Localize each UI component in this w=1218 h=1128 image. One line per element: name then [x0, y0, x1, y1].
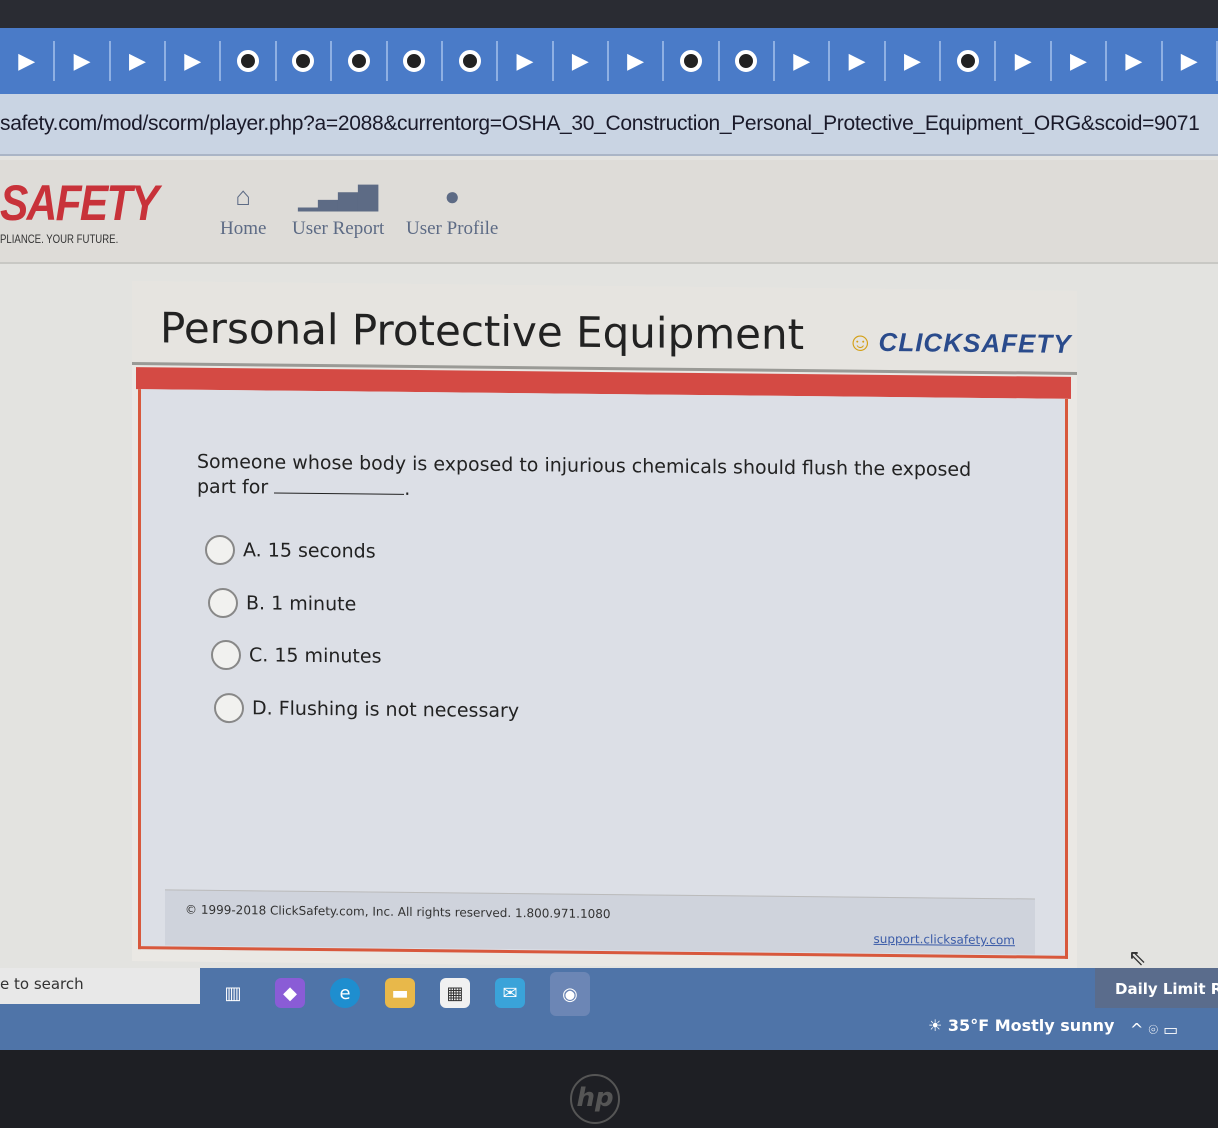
option-a[interactable]: A. 15 seconds — [205, 534, 376, 567]
store-icon[interactable]: ▦ — [440, 978, 470, 1008]
edge-icon[interactable]: e — [330, 978, 360, 1008]
browser-tab[interactable]: ▶ — [775, 41, 831, 81]
course-title-bar: Personal Protective Equipment ☺ CLICKSAFE… — [132, 281, 1077, 375]
question-area: Someone whose body is exposed to injurio… — [138, 389, 1068, 959]
browser-tab[interactable] — [277, 41, 333, 81]
option-c[interactable]: C. 15 minutes — [211, 639, 381, 672]
course-footer: © 1999-2018 ClickSafety.com, Inc. All ri… — [165, 889, 1035, 955]
browser-tab[interactable] — [221, 41, 277, 81]
task-view-icon[interactable]: ▥ — [218, 978, 248, 1008]
browser-tab[interactable]: ▶ — [1052, 41, 1108, 81]
browser-tab[interactable]: ▶ — [1163, 41, 1218, 81]
browser-tab[interactable]: ▶ — [554, 41, 609, 81]
browser-tab[interactable] — [388, 41, 443, 81]
person-icon: ☺ — [847, 326, 875, 357]
option-d[interactable]: D. Flushing is not necessary — [214, 692, 519, 726]
nav-home[interactable]: ⌂ Home — [220, 182, 266, 240]
browser-tab[interactable]: ▶ — [498, 41, 554, 81]
browser-tab[interactable] — [443, 41, 499, 81]
nav-user-profile[interactable]: ● User Profile — [406, 182, 498, 240]
nav-user-report[interactable]: ▁▃▅▇ User Report — [292, 182, 384, 240]
taskbar-search[interactable]: e to search — [0, 968, 200, 1004]
chrome-icon[interactable]: ◉ — [550, 972, 590, 1016]
browser-tab[interactable]: ▶ — [55, 41, 111, 81]
hp-logo: hp — [570, 1074, 620, 1124]
site-tagline: PLIANCE. YOUR FUTURE. — [0, 232, 119, 246]
bar-chart-icon: ▁▃▅▇ — [298, 182, 379, 211]
record-icon — [237, 50, 260, 72]
question-text: Someone whose body is exposed to injurio… — [197, 450, 972, 500]
browser-tab[interactable]: ▶ — [166, 41, 222, 81]
user-icon: ● — [444, 182, 461, 211]
option-b[interactable]: B. 1 minute — [208, 587, 356, 620]
nav-label: User Report — [292, 218, 385, 239]
record-icon — [292, 50, 315, 72]
browser-tab[interactable]: ▶ — [1107, 41, 1163, 81]
site-header: SAFETY PLIANCE. YOUR FUTURE. ⌂ Home ▁▃▅▇ U… — [0, 160, 1218, 264]
browser-tab[interactable] — [720, 41, 776, 81]
browser-tab[interactable] — [941, 41, 997, 81]
record-icon — [735, 50, 758, 72]
file-explorer-icon[interactable]: ▬ — [385, 978, 415, 1008]
browser-tab[interactable]: ▶ — [609, 41, 665, 81]
record-icon — [403, 50, 426, 72]
address-bar[interactable]: safety.com/mod/scorm/player.php?a=2088&c… — [0, 94, 1218, 156]
copyright: © 1999-2018 ClickSafety.com, Inc. All ri… — [185, 902, 611, 922]
screen-bezel — [0, 0, 1218, 28]
record-icon — [679, 50, 702, 72]
nav-label: User Profile — [406, 218, 499, 239]
course-title: Personal Protective Equipment — [160, 303, 805, 360]
radio-button[interactable] — [205, 534, 235, 566]
nav-label: Home — [220, 218, 267, 239]
site-logo[interactable]: SAFETY — [0, 174, 159, 232]
browser-tab[interactable] — [332, 41, 388, 81]
radio-button[interactable] — [211, 639, 241, 671]
browser-tab-strip: ▶ ▶ ▶ ▶ ▶ ▶ ▶ ▶ ▶ ▶ ▶ ▶ ▶ ▶ — [0, 28, 1218, 94]
windows-taskbar: e to search ▥ ◆ e ▬ ▦ ✉ ◉ Daily Limit R … — [0, 968, 1218, 1050]
url-text: safety.com/mod/scorm/player.php?a=2088&c… — [0, 112, 1200, 135]
mail-icon[interactable]: ✉ — [495, 978, 525, 1008]
daily-limit-banner: Daily Limit R — [1095, 968, 1218, 1008]
record-icon — [347, 50, 370, 72]
record-icon — [458, 50, 481, 72]
browser-tab[interactable]: ▶ — [886, 41, 942, 81]
home-icon: ⌂ — [235, 182, 252, 211]
browser-tab[interactable] — [664, 41, 720, 81]
browser-tab[interactable]: ▶ — [996, 41, 1052, 81]
browser-tab[interactable]: ▶ — [830, 41, 886, 81]
clicksafety-logo: ☺ CLICKSAFETY — [847, 326, 1072, 359]
copilot-icon[interactable]: ◆ — [275, 978, 305, 1008]
browser-tab[interactable]: ▶ — [111, 41, 167, 81]
radio-button[interactable] — [214, 692, 244, 724]
web-page: SAFETY PLIANCE. YOUR FUTURE. ⌂ Home ▁▃▅▇ U… — [0, 156, 1218, 976]
browser-tab[interactable]: ▶ — [0, 41, 56, 81]
course-player: Personal Protective Equipment ☺ CLICKSAFE… — [132, 281, 1077, 971]
radio-button[interactable] — [208, 587, 238, 619]
search-placeholder: e to search — [0, 975, 84, 993]
weather-widget[interactable]: ☀ 35°F Mostly sunny — [928, 1016, 1114, 1035]
support-link[interactable]: support.clicksafety.com — [874, 932, 1015, 947]
system-tray[interactable]: ^ ⌾ ▭ — [1130, 1020, 1178, 1040]
weather-icon: ☀ — [928, 1016, 948, 1035]
record-icon — [956, 50, 979, 72]
answer-blank — [274, 475, 405, 495]
